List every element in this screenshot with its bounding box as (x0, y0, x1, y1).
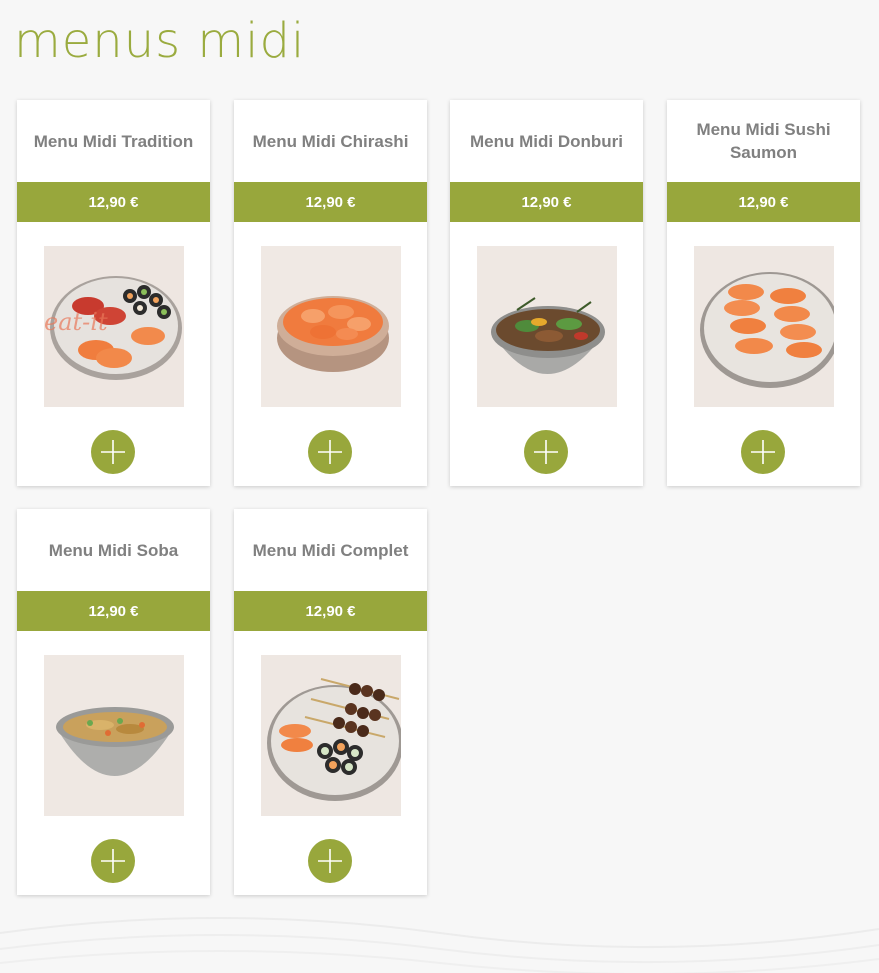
menu-card-title: Menu Midi Complet (252, 540, 409, 560)
plus-icon (534, 440, 558, 464)
plus-icon (101, 849, 125, 873)
plus-icon (101, 440, 125, 464)
menu-card-title: Menu Midi Tradition (33, 131, 194, 151)
menu-card-donburi: Menu Midi Donburi 12,90 € (450, 100, 643, 486)
menu-card-chirashi: Menu Midi Chirashi 12,90 € (234, 100, 427, 486)
add-to-cart-button[interactable] (91, 839, 135, 883)
menu-card-tradition: Menu Midi Tradition 12,90 € eat-it (17, 100, 210, 486)
plus-icon (318, 440, 342, 464)
plus-icon (318, 849, 342, 873)
menu-card-price: 12,90 € (234, 182, 427, 222)
menu-photo-donburi (477, 246, 617, 407)
add-to-cart-button[interactable] (741, 430, 785, 474)
page-title: menus midi (14, 13, 306, 69)
menu-card-price: 12,90 € (17, 591, 210, 631)
add-to-cart-button[interactable] (91, 430, 135, 474)
menu-card-price: 12,90 € (450, 182, 643, 222)
menu-card-title: Menu Midi Sushi Saumon (696, 120, 831, 162)
menu-photo-soba (44, 655, 184, 816)
add-to-cart-button[interactable] (308, 430, 352, 474)
add-to-cart-button[interactable] (308, 839, 352, 883)
menu-card-title: Menu Midi Donburi (470, 131, 623, 151)
menu-card-price: 12,90 € (234, 591, 427, 631)
menu-photo-tradition: eat-it (44, 246, 184, 407)
plus-icon (751, 440, 775, 464)
menu-card-price: 12,90 € (667, 182, 860, 222)
menu-card-title: Menu Midi Soba (48, 540, 179, 560)
menu-card-complet: Menu Midi Complet 12,90 € (234, 509, 427, 895)
menu-card-price: 12,90 € (17, 182, 210, 222)
menu-card-soba: Menu Midi Soba 12,90 € (17, 509, 210, 895)
watermark-logo: eat-it (44, 308, 108, 336)
menu-photo-chirashi (261, 246, 401, 407)
add-to-cart-button[interactable] (524, 430, 568, 474)
menu-photo-complet (261, 655, 401, 816)
menu-card-sushi-saumon: Menu Midi Sushi Saumon 12,90 € (667, 100, 860, 486)
menu-card-title: Menu Midi Chirashi (252, 131, 409, 151)
background-wave-pattern (0, 917, 879, 973)
menu-photo-sushi-saumon (694, 246, 834, 407)
